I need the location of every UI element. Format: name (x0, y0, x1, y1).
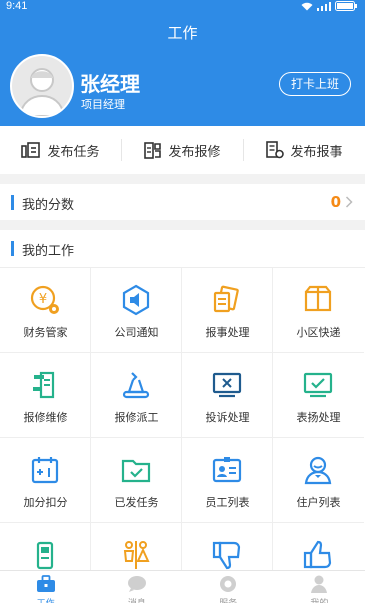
grid-item-label: 财务管家 (23, 326, 68, 339)
avatar[interactable] (10, 54, 74, 118)
status-bar: 9:41 (0, 0, 365, 14)
tab-service[interactable]: 服务 (183, 571, 274, 603)
resident-list-icon (304, 456, 332, 485)
tab-label: 我的 (274, 596, 365, 603)
grid-item-parcel[interactable]: 小区快递 (273, 268, 364, 353)
report-handle-icon (213, 285, 239, 313)
publish-task-button[interactable]: 发布任务 (0, 126, 121, 174)
wifi-icon (301, 2, 313, 10)
parcel-icon (304, 285, 332, 312)
notice-icon (122, 284, 150, 316)
quick-actions: 发布任务 发布报修 发布报事 (0, 126, 365, 174)
battery-icon (335, 1, 357, 11)
grid-item-complaint[interactable]: 投诉处理 (182, 353, 273, 438)
repair-publish-icon (144, 141, 162, 159)
publish-report-button[interactable]: 发布报事 (243, 139, 365, 161)
complaint-icon (212, 372, 242, 398)
grid-item-label: 报事处理 (205, 326, 250, 339)
points-icon (31, 457, 59, 484)
finance-icon: ¥ (30, 285, 59, 314)
grid-item-label: 已发任务 (114, 496, 159, 509)
praise-icon (303, 372, 333, 398)
tab-label: 服务 (183, 596, 274, 603)
my-work-title: 我的工作 (22, 244, 75, 259)
tab-mine[interactable]: 我的 (274, 571, 365, 603)
dispatch-icon (122, 372, 150, 399)
tab-work[interactable]: 工作 (0, 571, 91, 603)
grid-item-label: 表扬处理 (296, 411, 341, 424)
toilet-icon (123, 541, 150, 569)
section-marker (11, 241, 14, 256)
grid-item-finance[interactable]: ¥ 财务管家 (0, 268, 91, 353)
header: 9:41 工作 张经理 项目经理 打卡上班 (0, 0, 365, 126)
status-icons (301, 1, 357, 11)
my-score-label: 我的分数 (22, 198, 75, 213)
tab-label: 消息 (91, 596, 182, 603)
user-name: 张经理 (80, 72, 140, 96)
task-publish-icon (21, 142, 41, 158)
work-grid: ¥ 财务管家 公司通知 报事处理 小区快递 报修维修 报修派工 投诉处理 表扬处… (0, 268, 365, 570)
section-marker (11, 195, 14, 210)
grid-item-dispatch[interactable]: 报修派工 (91, 353, 182, 438)
grid-item-praise[interactable]: 表扬处理 (273, 353, 364, 438)
publish-report-label: 发布报事 (290, 144, 343, 160)
grid-item-label: 报修派工 (114, 411, 159, 424)
tab-messages[interactable]: 消息 (91, 571, 182, 603)
grid-item-thumbs-down[interactable] (182, 523, 273, 570)
grid-item-toilet[interactable] (91, 523, 182, 570)
grid-item-report-handle[interactable]: 报事处理 (182, 268, 273, 353)
chat-icon (127, 576, 146, 592)
grid-item-label: 报修维修 (23, 411, 68, 424)
grid-item-device[interactable] (0, 523, 91, 570)
chevron-right-icon (345, 196, 353, 208)
user-role: 项目经理 (81, 98, 125, 111)
sent-task-icon (121, 459, 151, 483)
svg-text:¥: ¥ (39, 292, 47, 307)
my-work-header: 我的工作 (0, 230, 365, 268)
thumbs-down-icon (212, 541, 241, 570)
grid-item-label: 加分扣分 (23, 496, 68, 509)
grid-item-points[interactable]: 加分扣分 (0, 438, 91, 523)
grid-item-notice[interactable]: 公司通知 (91, 268, 182, 353)
grid-item-thumbs-up[interactable] (273, 523, 364, 570)
staff-list-icon (212, 457, 242, 483)
grid-item-label: 投诉处理 (205, 411, 250, 424)
grid-item-staff-list[interactable]: 员工列表 (182, 438, 273, 523)
publish-repair-button[interactable]: 发布报修 (121, 139, 243, 161)
grid-item-label: 住户列表 (296, 496, 341, 509)
device-icon (36, 541, 54, 570)
grid-item-label: 公司通知 (114, 326, 159, 339)
page-title: 工作 (167, 24, 198, 42)
grid-item-repair[interactable]: 报修维修 (0, 353, 91, 438)
repair-icon (33, 371, 55, 399)
report-publish-icon (266, 141, 285, 159)
publish-repair-label: 发布报修 (168, 144, 221, 160)
tab-label: 工作 (0, 596, 91, 603)
grid-item-resident-list[interactable]: 住户列表 (273, 438, 364, 523)
publish-task-label: 发布任务 (47, 144, 100, 160)
clock-in-button[interactable]: 打卡上班 (279, 72, 351, 96)
grid-item-label: 小区快递 (296, 326, 341, 339)
service-icon (220, 576, 237, 592)
thumbs-up-icon (303, 540, 332, 569)
bottom-tab-bar: 工作 消息 服务 我的 (0, 570, 365, 603)
grid-item-sent-task[interactable]: 已发任务 (91, 438, 182, 523)
my-score-row[interactable]: 我的分数 0 (0, 184, 365, 220)
briefcase-icon (36, 575, 55, 592)
status-time: 9:41 (6, 0, 28, 12)
signal-icon (317, 1, 331, 11)
person-icon (311, 575, 328, 593)
grid-item-label: 员工列表 (205, 496, 250, 509)
my-score-value: 0 (330, 193, 341, 211)
person-avatar-icon (12, 56, 72, 116)
